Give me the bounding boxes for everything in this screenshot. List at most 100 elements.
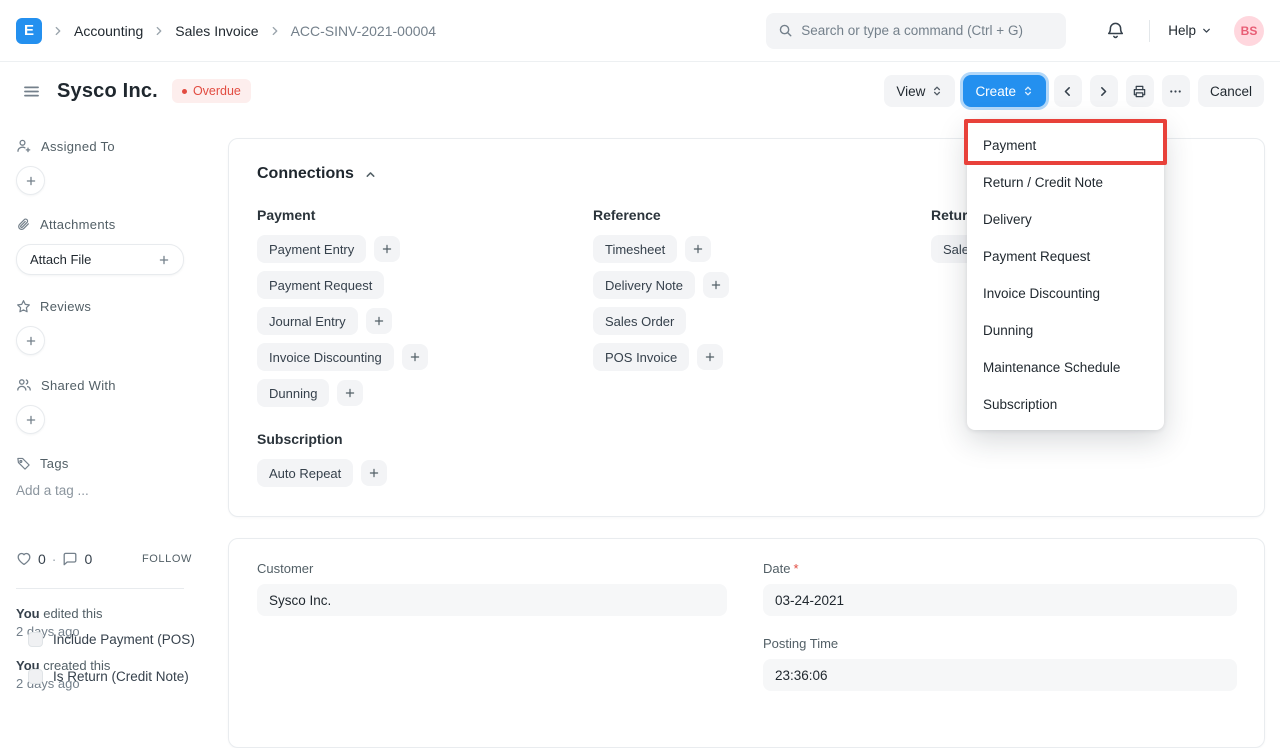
invoice-details-card: Customer Sysco Inc. Date* 03-24-2021 Pos… (228, 538, 1265, 748)
sidebar: Assigned To Attachments Attach File Revi… (16, 138, 208, 498)
date-label-text: Date (763, 561, 790, 576)
chevron-up-icon (364, 168, 377, 181)
notifications-button[interactable] (1100, 15, 1131, 46)
create-menu-item-subscription[interactable]: Subscription (967, 386, 1164, 423)
next-document-button[interactable] (1090, 75, 1118, 107)
chevron-left-icon (1061, 85, 1074, 98)
plus-icon (368, 467, 380, 479)
breadcrumb-document-id: ACC-SINV-2021-00004 (291, 23, 437, 39)
chevron-right-icon (52, 25, 64, 37)
status-badge: Overdue (172, 79, 251, 103)
customer-label: Customer (257, 561, 727, 576)
create-button[interactable]: Create (963, 75, 1046, 107)
follow-button[interactable]: FOLLOW (142, 553, 192, 565)
heart-icon[interactable] (16, 551, 32, 567)
add-journal-entry-button[interactable] (366, 308, 392, 334)
cancel-button[interactable]: Cancel (1198, 75, 1264, 107)
connection-chip-dunning[interactable]: Dunning (257, 379, 329, 407)
connection-row: Journal Entry (257, 307, 577, 335)
create-menu-item-return-credit-note[interactable]: Return / Credit Note (967, 164, 1164, 201)
connections-section-header[interactable]: Connections (257, 165, 377, 183)
create-menu-item-delivery[interactable]: Delivery (967, 201, 1164, 238)
posting-time-input[interactable]: 23:36:06 (763, 659, 1237, 691)
chevron-right-icon (269, 25, 281, 37)
create-menu-item-payment[interactable]: Payment (967, 127, 1164, 164)
more-options-button[interactable] (1162, 75, 1190, 107)
add-share-button[interactable] (16, 405, 45, 434)
tag-icon (16, 456, 31, 471)
is-return-label: Is Return (Credit Note) (53, 669, 189, 684)
sidebar-divider (16, 588, 184, 589)
is-return-row: Is Return (Credit Note) (28, 669, 189, 684)
breadcrumb-accounting[interactable]: Accounting (74, 23, 143, 39)
assigned-to-section: Assigned To (16, 138, 208, 154)
connection-chip-invoice-discounting[interactable]: Invoice Discounting (257, 343, 394, 371)
add-review-button[interactable] (16, 326, 45, 355)
add-dunning-button[interactable] (337, 380, 363, 406)
customer-input[interactable]: Sysco Inc. (257, 584, 727, 616)
paperclip-icon (16, 217, 31, 232)
create-menu-item-maintenance-schedule[interactable]: Maintenance Schedule (967, 349, 1164, 386)
assign-user-icon (16, 138, 32, 154)
plus-icon (704, 351, 716, 363)
chevron-down-icon (1201, 25, 1212, 36)
add-assignment-button[interactable] (16, 166, 45, 195)
create-dropdown-menu: Payment Return / Credit Note Delivery Pa… (967, 120, 1164, 430)
print-button[interactable] (1126, 75, 1154, 107)
required-mark: * (793, 561, 798, 576)
plus-icon (409, 351, 421, 363)
include-payment-checkbox[interactable] (28, 632, 43, 647)
connection-chip-journal-entry[interactable]: Journal Entry (257, 307, 358, 335)
reviews-label: Reviews (40, 299, 91, 314)
create-menu-item-dunning[interactable]: Dunning (967, 312, 1164, 349)
attach-file-button[interactable]: Attach File (16, 244, 184, 275)
add-delivery-note-button[interactable] (703, 272, 729, 298)
plus-icon (692, 243, 704, 255)
connection-chip-timesheet[interactable]: Timesheet (593, 235, 677, 263)
view-button[interactable]: View (884, 75, 955, 107)
breadcrumb-sales-invoice[interactable]: Sales Invoice (175, 23, 258, 39)
chevron-right-icon (153, 25, 165, 37)
app-logo[interactable]: E (16, 18, 42, 44)
navbar-divider (1149, 20, 1150, 42)
connections-group-subscription: Subscription Auto Repeat (257, 431, 577, 495)
help-menu-button[interactable]: Help (1168, 23, 1212, 38)
connection-chip-payment-entry[interactable]: Payment Entry (257, 235, 366, 263)
connection-chip-payment-request[interactable]: Payment Request (257, 271, 384, 299)
date-input[interactable]: 03-24-2021 (763, 584, 1237, 616)
add-payment-entry-button[interactable] (374, 236, 400, 262)
search-input[interactable]: Search or type a command (Ctrl + G) (766, 13, 1066, 49)
plus-icon (710, 279, 722, 291)
activity-actor: You (16, 606, 40, 621)
page-header: Sysco Inc. Overdue View Create (0, 62, 1280, 120)
connection-chip-pos-invoice[interactable]: POS Invoice (593, 343, 689, 371)
add-timesheet-button[interactable] (685, 236, 711, 262)
activity-action: edited this (43, 606, 102, 621)
comment-icon[interactable] (62, 551, 78, 567)
previous-document-button[interactable] (1054, 75, 1082, 107)
add-tag-input[interactable]: Add a tag ... (16, 483, 208, 498)
posting-time-label: Posting Time (763, 636, 1237, 651)
group-title: Subscription (257, 431, 577, 447)
plus-icon (344, 387, 356, 399)
users-icon (16, 377, 32, 393)
add-auto-repeat-button[interactable] (361, 460, 387, 486)
add-invoice-discounting-button[interactable] (402, 344, 428, 370)
sidebar-toggle-button[interactable] (16, 76, 47, 107)
connection-row: Sales Order (593, 307, 913, 335)
page-title: Sysco Inc. (57, 80, 158, 103)
connection-chip-sales-order[interactable]: Sales Order (593, 307, 686, 335)
create-menu-item-payment-request[interactable]: Payment Request (967, 238, 1164, 275)
add-pos-invoice-button[interactable] (697, 344, 723, 370)
create-menu-item-invoice-discounting[interactable]: Invoice Discounting (967, 275, 1164, 312)
group-title: Reference (593, 207, 913, 223)
sort-arrows-icon (1022, 85, 1034, 97)
attachments-label: Attachments (40, 217, 116, 232)
connection-chip-auto-repeat[interactable]: Auto Repeat (257, 459, 353, 487)
comments-count: 0 (84, 551, 92, 567)
user-avatar[interactable]: BS (1234, 16, 1264, 46)
tags-section: Tags (16, 456, 208, 471)
is-return-checkbox[interactable] (28, 669, 43, 684)
connection-row: POS Invoice (593, 343, 913, 371)
connection-chip-delivery-note[interactable]: Delivery Note (593, 271, 695, 299)
